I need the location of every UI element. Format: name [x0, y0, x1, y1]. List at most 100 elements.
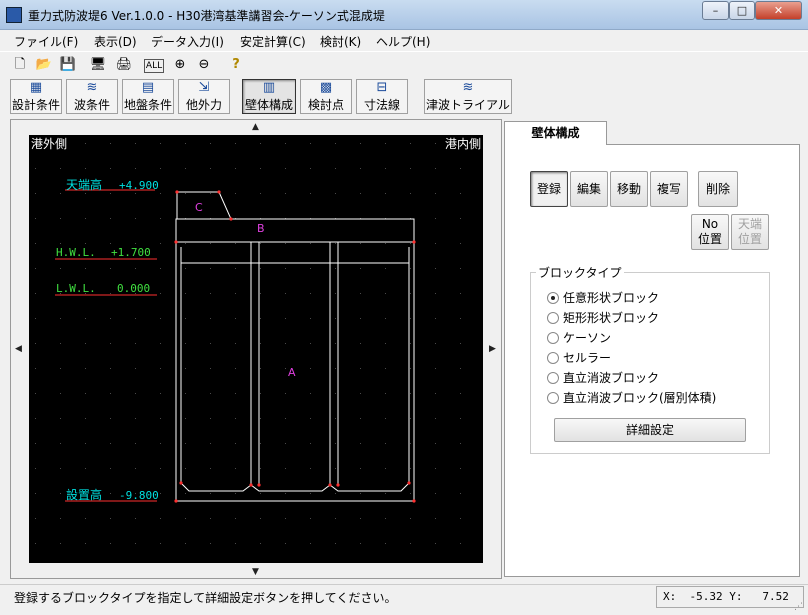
no-position-line1: No — [701, 217, 719, 231]
register-button[interactable]: 登録 — [530, 171, 568, 207]
menu-review[interactable]: 検討(K) — [320, 33, 361, 50]
maximize-button[interactable]: □ — [729, 1, 755, 20]
minimize-button[interactable]: – — [702, 1, 729, 20]
crown-position-line2: 位置 — [737, 232, 762, 246]
title-bar: 重力式防波堤6 Ver.1.0.0 - H30港湾基準講習会-ケーソン式混成堤 … — [0, 0, 808, 30]
external-force-button[interactable]: ⇲ 他外力 — [178, 79, 230, 114]
wall-structure-button[interactable]: ▥ 壁体構成 — [242, 79, 296, 114]
crown-label: 天端高 — [66, 177, 102, 192]
radio-vertical-wave-absorbing-label: 直立消波ブロック — [563, 371, 660, 385]
ground-conditions-button[interactable]: ▤ 地盤条件 — [122, 79, 174, 114]
radio-vertical-wave-absorbing-layered[interactable]: 直立消波ブロック(層別体積) — [547, 389, 716, 406]
radio-dot-icon — [547, 312, 559, 324]
check-points-button[interactable]: ▩ 検討点 — [300, 79, 352, 114]
scroll-up-arrow-icon[interactable]: ▲ — [252, 122, 259, 132]
x-value: -5.32 — [689, 590, 723, 603]
crown-position-button[interactable]: 天端 位置 — [731, 214, 769, 250]
menu-stability-calc[interactable]: 安定計算(C) — [240, 33, 306, 50]
block-b-label: B — [257, 222, 265, 235]
status-message: 登録するブロックタイプを指定して詳細設定ボタンを押してください。 — [14, 591, 397, 605]
radio-dot-icon — [547, 292, 559, 304]
radio-dot-icon — [547, 352, 559, 364]
radio-arbitrary-block-label: 任意形状ブロック — [563, 291, 660, 305]
drawing-canvas[interactable]: 港外側 港内側 天端高 +4.900 H.W.L. +1.700 L.W.L. … — [29, 135, 483, 563]
menu-view[interactable]: 表示(D) — [94, 33, 137, 50]
close-button[interactable]: ✕ — [755, 1, 802, 20]
y-label: Y: — [729, 590, 743, 603]
radio-rectangular-block-label: 矩形形状ブロック — [563, 311, 660, 325]
radio-dot-icon — [547, 332, 559, 344]
dimension-lines-label: 寸法線 — [363, 98, 400, 112]
delete-button[interactable]: 削除 — [698, 171, 738, 207]
base-value: -9.800 — [119, 489, 159, 502]
radio-vertical-wave-absorbing-layered-label: 直立消波ブロック(層別体積) — [563, 391, 717, 405]
no-position-line2: 位置 — [697, 232, 722, 246]
base-label: 設置高 — [66, 487, 102, 502]
cross-section-svg: 港外側 港内側 天端高 +4.900 H.W.L. +1.700 L.W.L. … — [29, 135, 483, 563]
resize-grip-icon[interactable]: ⋰ — [794, 602, 803, 612]
app-icon — [6, 7, 22, 23]
zoom-out-icon[interactable]: ⊖ — [194, 56, 214, 76]
radio-cellular[interactable]: セルラー — [547, 349, 611, 366]
check-points-label: 検討点 — [307, 98, 344, 112]
x-label: X: — [663, 590, 677, 603]
ground-icon: ▤ — [141, 80, 155, 95]
radio-vertical-wave-absorbing[interactable]: 直立消波ブロック — [547, 369, 659, 386]
radio-cellular-label: セルラー — [563, 351, 612, 365]
tsunami-trial-label: 津波トライアル — [426, 98, 510, 112]
print-icon[interactable]: 🖨 — [114, 56, 134, 76]
scroll-down-arrow-icon[interactable]: ▼ — [252, 567, 259, 577]
tab-wall-structure[interactable]: 壁体構成 — [504, 121, 607, 145]
cursor-coordinates: X: -5.32 Y: 7.52 — [656, 586, 804, 608]
design-conditions-icon: ▦ — [29, 80, 43, 95]
dimension-lines-button[interactable]: ⊟ 寸法線 — [356, 79, 408, 114]
preview-icon[interactable]: 🖥 — [88, 56, 108, 76]
hwl-label: H.W.L. — [56, 246, 96, 259]
small-toolbar: 🗋 📂 💾 🖥 🖨 ALL ⊕ ⊖ ? — [0, 51, 808, 77]
scroll-left-arrow-icon[interactable]: ◀ — [15, 344, 22, 354]
copy-button[interactable]: 複写 — [650, 171, 688, 207]
radio-rectangular-block[interactable]: 矩形形状ブロック — [547, 309, 659, 326]
block-a-label: A — [288, 366, 296, 379]
move-button[interactable]: 移動 — [610, 171, 648, 207]
radio-dot-icon — [547, 372, 559, 384]
y-value: 7.52 — [762, 590, 789, 603]
scroll-right-arrow-icon[interactable]: ▶ — [489, 344, 496, 354]
design-conditions-label: 設計条件 — [11, 98, 60, 112]
dimension-lines-icon: ⊟ — [376, 80, 388, 95]
detail-settings-button[interactable]: 詳細設定 — [554, 418, 746, 442]
wall-structure-icon: ▥ — [262, 80, 276, 95]
no-position-button[interactable]: No 位置 — [691, 214, 729, 250]
tsunami-trial-button[interactable]: ≋ 津波トライアル — [424, 79, 512, 114]
check-points-icon: ▩ — [319, 80, 333, 95]
external-force-icon: ⇲ — [198, 80, 210, 95]
menu-help[interactable]: ヘルプ(H) — [376, 33, 430, 50]
menu-file[interactable]: ファイル(F) — [14, 33, 78, 50]
ground-conditions-label: 地盤条件 — [123, 98, 172, 112]
radio-caisson[interactable]: ケーソン — [547, 329, 611, 346]
block-type-group-label: ブロックタイプ — [536, 264, 624, 281]
crown-value: +4.900 — [119, 179, 159, 192]
open-icon[interactable]: 📂 — [34, 56, 54, 76]
zoom-in-icon[interactable]: ⊕ — [170, 56, 190, 76]
lwl-value: 0.000 — [117, 282, 150, 295]
external-force-label: 他外力 — [185, 98, 222, 112]
lwl-label: L.W.L. — [56, 282, 96, 295]
wave-conditions-button[interactable]: ≋ 波条件 — [66, 79, 118, 114]
edit-button[interactable]: 編集 — [570, 171, 608, 207]
radio-arbitrary-block[interactable]: 任意形状ブロック — [547, 289, 659, 306]
new-icon[interactable]: 🗋 — [10, 56, 30, 76]
crown-position-line1: 天端 — [737, 217, 762, 231]
all-icon[interactable]: ALL — [144, 59, 164, 73]
menu-data-input[interactable]: データ入力(I) — [151, 33, 224, 50]
save-icon[interactable]: 💾 — [58, 56, 78, 76]
help-icon[interactable]: ? — [226, 56, 246, 76]
outer-side-label: 港外側 — [31, 137, 67, 151]
wave-icon: ≋ — [86, 80, 98, 95]
design-conditions-button[interactable]: ▦ 設計条件 — [10, 79, 62, 114]
inner-side-label: 港内側 — [445, 137, 481, 151]
block-c-label: C — [195, 201, 203, 214]
wall-structure-label: 壁体構成 — [244, 98, 293, 112]
menu-bar: ファイル(F) 表示(D) データ入力(I) 安定計算(C) 検討(K) ヘルプ… — [0, 30, 808, 50]
radio-dot-icon — [547, 392, 559, 404]
